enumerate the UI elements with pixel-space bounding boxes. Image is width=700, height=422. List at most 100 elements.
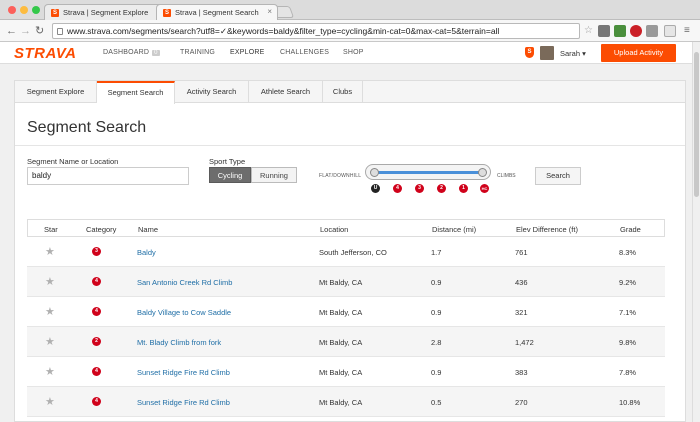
site-nav: STRAVA DASHBOARD 0 TRAINING EXPLORE CHALL… — [0, 42, 692, 64]
terrain-slider[interactable] — [365, 164, 491, 180]
pinterest-icon[interactable] — [630, 25, 642, 37]
segment-name-link[interactable]: Sunset Ridge Fire Rd Climb — [137, 398, 230, 407]
tab-title: Strava | Segment Search — [175, 8, 259, 17]
user-name: Sarah — [560, 49, 581, 58]
table-row: ★ 4 San Antonio Creek Rd Climb Mt Baldy,… — [27, 267, 665, 297]
star-icon[interactable]: ★ — [45, 365, 55, 378]
segment-distance: 0.9 — [431, 368, 442, 377]
browser-toolbar: ← → ↻ www.strava.com/segments/search?utf… — [0, 20, 700, 42]
tab-activity-search[interactable]: Activity Search — [175, 81, 249, 103]
profile-icon[interactable] — [664, 25, 676, 37]
segment-location: Mt Baldy, CA — [319, 398, 363, 407]
segment-name-input[interactable]: baldy — [27, 167, 189, 185]
search-button[interactable]: Search — [535, 167, 581, 185]
nav-dashboard[interactable]: DASHBOARD 0 — [103, 49, 160, 56]
star-icon[interactable]: ★ — [45, 305, 55, 318]
zoom-window-button[interactable] — [32, 6, 40, 14]
segment-grade: 10.8% — [619, 398, 641, 407]
browser-tab-segment-search[interactable]: S Strava | Segment Search × — [156, 4, 278, 20]
segment-grade: 7.8% — [619, 368, 637, 377]
table-header: Star Category Name Location Distance (mi… — [27, 219, 665, 237]
segment-location: Mt Baldy, CA — [319, 368, 363, 377]
scrollbar-thumb[interactable] — [694, 52, 699, 197]
header-distance[interactable]: Distance (mi) — [432, 225, 476, 234]
evernote-icon[interactable] — [614, 25, 626, 37]
nav-training[interactable]: TRAINING — [180, 49, 215, 56]
premium-shield-icon[interactable]: S — [525, 47, 534, 58]
bookmark-star-icon[interactable]: ☆ — [584, 24, 593, 38]
star-icon[interactable]: ★ — [45, 275, 55, 288]
table-row: ★ 2 Mt. Blady Climb from fork Mt Baldy, … — [27, 327, 665, 357]
tab-segment-search[interactable]: Segment Search — [97, 81, 175, 104]
strava-logo[interactable]: STRAVA — [14, 45, 76, 62]
sport-cycling-toggle[interactable]: Cycling — [209, 167, 251, 183]
category-4-icon: 4 — [393, 184, 402, 193]
segment-elev: 761 — [515, 248, 528, 257]
table-row: ★ 3 Baldy South Jefferson, CO 1.7 761 8.… — [27, 237, 665, 267]
segment-name-link[interactable]: San Antonio Creek Rd Climb — [137, 278, 232, 287]
minimize-window-button[interactable] — [20, 6, 28, 14]
user-menu[interactable]: Sarah ▾ — [560, 49, 586, 58]
dashboard-badge: 0 — [152, 50, 160, 56]
header-location[interactable]: Location — [320, 225, 348, 234]
segment-name-link[interactable]: Mt. Blady Climb from fork — [137, 338, 221, 347]
page-title: Segment Search — [27, 119, 147, 136]
close-window-button[interactable] — [8, 6, 16, 14]
slider-max-handle[interactable] — [478, 168, 487, 177]
segment-grade: 7.1% — [619, 308, 637, 317]
tab-segment-explore[interactable]: Segment Explore — [15, 81, 97, 103]
segment-location: South Jefferson, CO — [319, 248, 387, 257]
category-3-icon: 3 — [415, 184, 424, 193]
divider — [15, 145, 685, 146]
tab-athlete-search[interactable]: Athlete Search — [249, 81, 323, 103]
sport-running-toggle[interactable]: Running — [251, 167, 297, 183]
browser-tab-bar: S Strava | Segment Explore × S Strava | … — [0, 0, 700, 20]
segment-distance: 0.9 — [431, 278, 442, 287]
segment-grade: 9.8% — [619, 338, 637, 347]
header-star[interactable]: Star — [44, 225, 58, 234]
main-content: Segment Explore Segment Search Activity … — [14, 80, 686, 422]
menu-icon[interactable]: ≡ — [684, 24, 690, 38]
page-icon — [57, 28, 63, 35]
back-icon[interactable]: ← — [6, 24, 17, 38]
category-2-icon: 2 — [437, 184, 446, 193]
avatar[interactable] — [540, 46, 554, 60]
segment-name-link[interactable]: Baldy — [137, 248, 156, 257]
reload-icon[interactable]: ↻ — [35, 24, 44, 38]
header-grade[interactable]: Grade — [620, 225, 641, 234]
browser-tab-segment-explore[interactable]: S Strava | Segment Explore × — [44, 4, 166, 20]
slider-min-handle[interactable] — [370, 168, 379, 177]
segment-location: Mt Baldy, CA — [319, 338, 363, 347]
url-text: www.strava.com/segments/search?utf8=✓&ke… — [67, 26, 500, 36]
segment-location: Mt Baldy, CA — [319, 278, 363, 287]
segment-name-link[interactable]: Sunset Ridge Fire Rd Climb — [137, 368, 230, 377]
address-bar[interactable]: www.strava.com/segments/search?utf8=✓&ke… — [52, 23, 580, 39]
category-badge: 4 — [92, 367, 101, 376]
header-category[interactable]: Category — [86, 225, 116, 234]
header-name[interactable]: Name — [138, 225, 158, 234]
forward-icon[interactable]: → — [20, 24, 31, 38]
star-icon[interactable]: ★ — [45, 335, 55, 348]
header-elev-difference[interactable]: Elev Difference (ft) — [516, 225, 578, 234]
nav-explore[interactable]: EXPLORE — [230, 49, 264, 56]
table-row: ★ 4 Sunset Ridge Fire Rd Climb Mt Baldy,… — [27, 357, 665, 387]
segment-grade: 8.3% — [619, 248, 637, 257]
page-scrollbar[interactable] — [692, 42, 700, 422]
category-u-icon: U — [371, 184, 380, 193]
star-icon[interactable]: ★ — [45, 395, 55, 408]
upload-activity-button[interactable]: Upload Activity — [601, 44, 676, 62]
terrain-climbs-label: CLIMBS — [497, 173, 516, 179]
tab-close-icon[interactable]: × — [267, 7, 272, 16]
nav-shop[interactable]: SHOP — [343, 49, 364, 56]
star-icon[interactable]: ★ — [45, 245, 55, 258]
extension-icon[interactable] — [598, 25, 610, 37]
nav-challenges[interactable]: CHALLENGES — [280, 49, 329, 56]
category-badge: 4 — [92, 397, 101, 406]
segment-location: Mt Baldy, CA — [319, 308, 363, 317]
segment-elev: 321 — [515, 308, 528, 317]
segment-name-link[interactable]: Baldy Village to Cow Saddle — [137, 308, 231, 317]
tab-clubs[interactable]: Clubs — [323, 81, 363, 103]
slider-range-fill — [374, 171, 482, 174]
sport-type-label: Sport Type — [209, 157, 246, 166]
cast-icon[interactable] — [646, 25, 658, 37]
